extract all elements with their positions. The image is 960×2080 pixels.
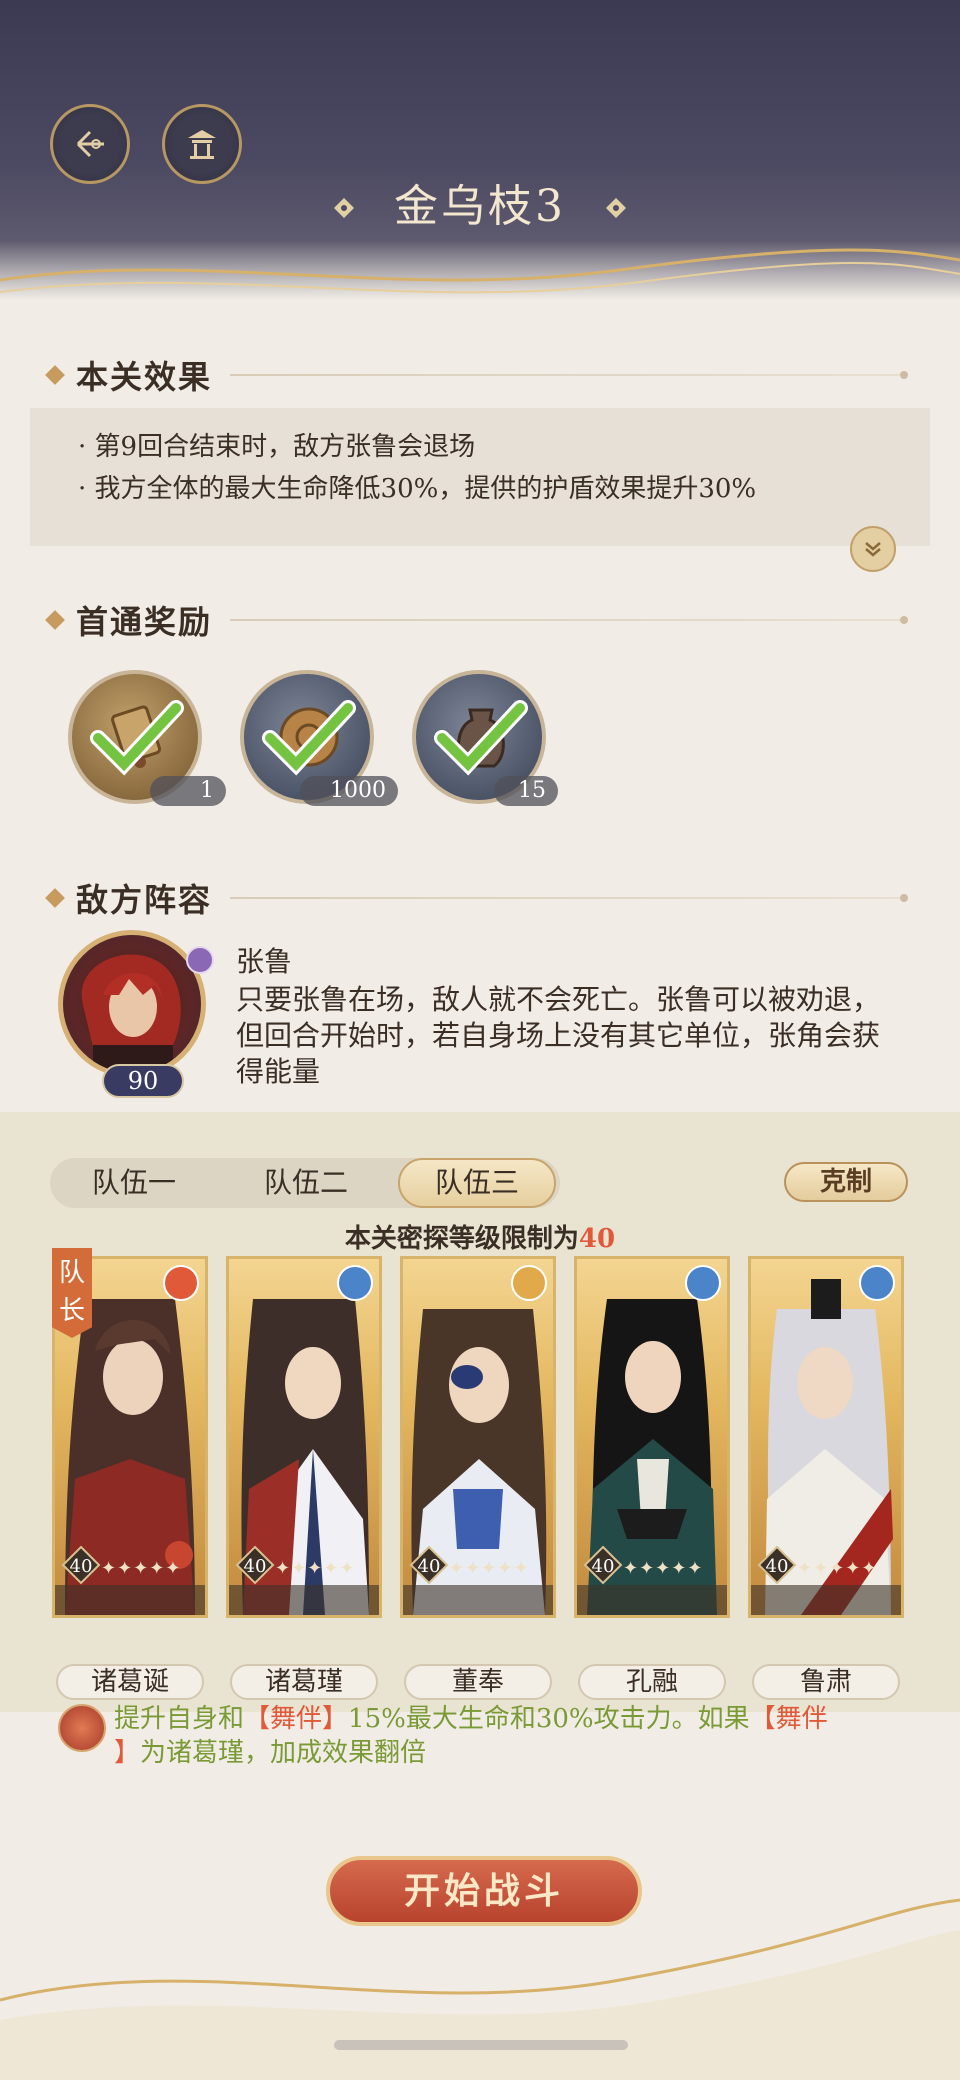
team-member-card-3[interactable]: 40 ✦✦✦✦✦ — [400, 1256, 556, 1618]
water-swirl-icon — [685, 1265, 721, 1301]
page-title: 金乌枝3 — [394, 181, 566, 232]
effects-section-header: 本关效果 — [45, 355, 908, 396]
double-chevron-down-icon — [865, 542, 881, 557]
divider-end — [900, 894, 908, 902]
card-footer — [751, 1585, 901, 1615]
skill-part3: 为诸葛瑾，加成效果翻倍 — [140, 1738, 427, 1768]
member-level: 40 — [592, 1556, 615, 1577]
counter-button[interactable]: 克制 — [784, 1162, 908, 1202]
enemy-name: 张鲁 — [236, 945, 293, 978]
star-rating: ✦✦✦✦✦ — [797, 1558, 878, 1579]
member-level: 40 — [70, 1556, 93, 1577]
divider — [230, 619, 900, 621]
level-limit-value: 40 — [578, 1224, 616, 1254]
water-swirl-icon — [337, 1265, 373, 1301]
start-battle-button[interactable]: 开始战斗 — [326, 1856, 642, 1926]
member-level: 40 — [418, 1556, 441, 1577]
pavilion-icon — [188, 130, 216, 159]
enemy-description: 只要张鲁在场，敌人就不会死亡。张鲁可以被劝退，但回合开始时，若自身场上没有其它单… — [236, 983, 881, 1088]
member-level: 40 — [244, 1556, 267, 1577]
diamond-bullet-icon — [45, 610, 65, 630]
reward-count-2: 1000 — [300, 776, 398, 806]
skill-part1: 提升自身和 — [114, 1704, 245, 1734]
title-ornament-right-icon — [606, 198, 626, 218]
tab-team-1[interactable]: 队伍一 — [60, 1158, 208, 1208]
tab-team-3[interactable]: 队伍三 — [398, 1158, 556, 1208]
moon-icon — [511, 1265, 547, 1301]
home-indicator — [334, 2040, 628, 2050]
card-footer — [55, 1585, 205, 1615]
member-level: 40 — [766, 1556, 789, 1577]
captain-tag: 队长 — [52, 1248, 92, 1338]
skill-highlight3: 】 — [114, 1738, 141, 1768]
level-limit-text: 本关密探等级限制为40 — [0, 1218, 960, 1255]
check-icon — [262, 700, 356, 776]
gold-swirl-decoration — [0, 248, 960, 294]
level-badge-icon: 40 — [757, 1545, 797, 1585]
team-member-card-2[interactable]: 40 ✦✦✦✦✦ — [226, 1256, 382, 1618]
captain-skill-text: 提升自身和【舞伴】15%最大生命和30%攻击力。如果【舞伴 】为诸葛瑾，加成效果翻… — [114, 1702, 904, 1770]
star-rating: ✦✦✦✦✦ — [623, 1558, 704, 1579]
tab-team-2[interactable]: 队伍二 — [232, 1158, 380, 1208]
member-name-3: 董奉 — [404, 1664, 552, 1700]
level-badge-icon: 40 — [61, 1545, 101, 1585]
check-icon — [90, 700, 184, 776]
skill-part2: 15%最大生命和30%攻击力。如果 — [348, 1704, 750, 1734]
check-icon — [434, 700, 528, 776]
star-rating: ✦✦✦✦✦ — [275, 1558, 356, 1579]
reward-count-3: 15 — [494, 776, 558, 806]
star-rating: ✦✦✦✦✦ — [449, 1558, 530, 1579]
effects-heading: 本关效果 — [76, 358, 213, 396]
level-badge-icon: 40 — [583, 1545, 623, 1585]
rewards-heading: 首通奖励 — [76, 603, 213, 641]
card-footer — [229, 1585, 379, 1615]
divider-end — [900, 371, 908, 379]
team-member-card-4[interactable]: 40 ✦✦✦✦✦ — [574, 1256, 730, 1618]
enemy-section-header: 敌方阵容 — [45, 878, 908, 919]
card-footer — [403, 1585, 553, 1615]
expand-effects-button[interactable] — [850, 526, 896, 572]
member-name-2: 诸葛瑾 — [230, 1664, 378, 1700]
diamond-bullet-icon — [45, 365, 65, 385]
reward-count-1: 1 — [150, 776, 226, 806]
effect-line-1: · 第9回合结束时，敌方张鲁会退场 — [78, 432, 476, 462]
enemy-type-icon — [186, 946, 214, 974]
level-limit-label: 本关密探等级限制为 — [344, 1224, 579, 1254]
back-arrow-icon — [76, 130, 104, 158]
member-name-4: 孔融 — [578, 1664, 726, 1700]
divider — [230, 897, 900, 899]
rewards-section-header: 首通奖励 — [45, 600, 908, 641]
skill-icon — [58, 1704, 106, 1752]
divider — [230, 374, 900, 376]
skill-highlight1: 【舞伴】 — [244, 1704, 349, 1734]
member-name-1: 诸葛诞 — [56, 1664, 204, 1700]
enemy-portrait[interactable] — [58, 930, 206, 1078]
team-member-card-5[interactable]: 40 ✦✦✦✦✦ — [748, 1256, 904, 1618]
enemy-avatar-icon — [81, 954, 181, 1073]
card-footer — [577, 1585, 727, 1615]
effect-line-2: · 我方全体的最大生命降低30%，提供的护盾效果提升30% — [78, 474, 757, 504]
divider-end — [900, 616, 908, 624]
skill-highlight2: 【舞伴 — [749, 1704, 828, 1734]
enemy-level: 90 — [102, 1064, 184, 1098]
water-swirl-icon — [859, 1265, 895, 1301]
diamond-bullet-icon — [45, 888, 65, 908]
enemy-heading: 敌方阵容 — [76, 881, 213, 919]
star-rating: ✦✦✦✦✦ — [101, 1558, 182, 1579]
level-badge-icon: 40 — [409, 1545, 449, 1585]
effects-panel: · 第9回合结束时，敌方张鲁会退场 · 我方全体的最大生命降低30%，提供的护盾… — [30, 408, 930, 546]
fire-icon — [163, 1265, 199, 1301]
member-name-5: 鲁肃 — [752, 1664, 900, 1700]
level-badge-icon: 40 — [235, 1545, 275, 1585]
